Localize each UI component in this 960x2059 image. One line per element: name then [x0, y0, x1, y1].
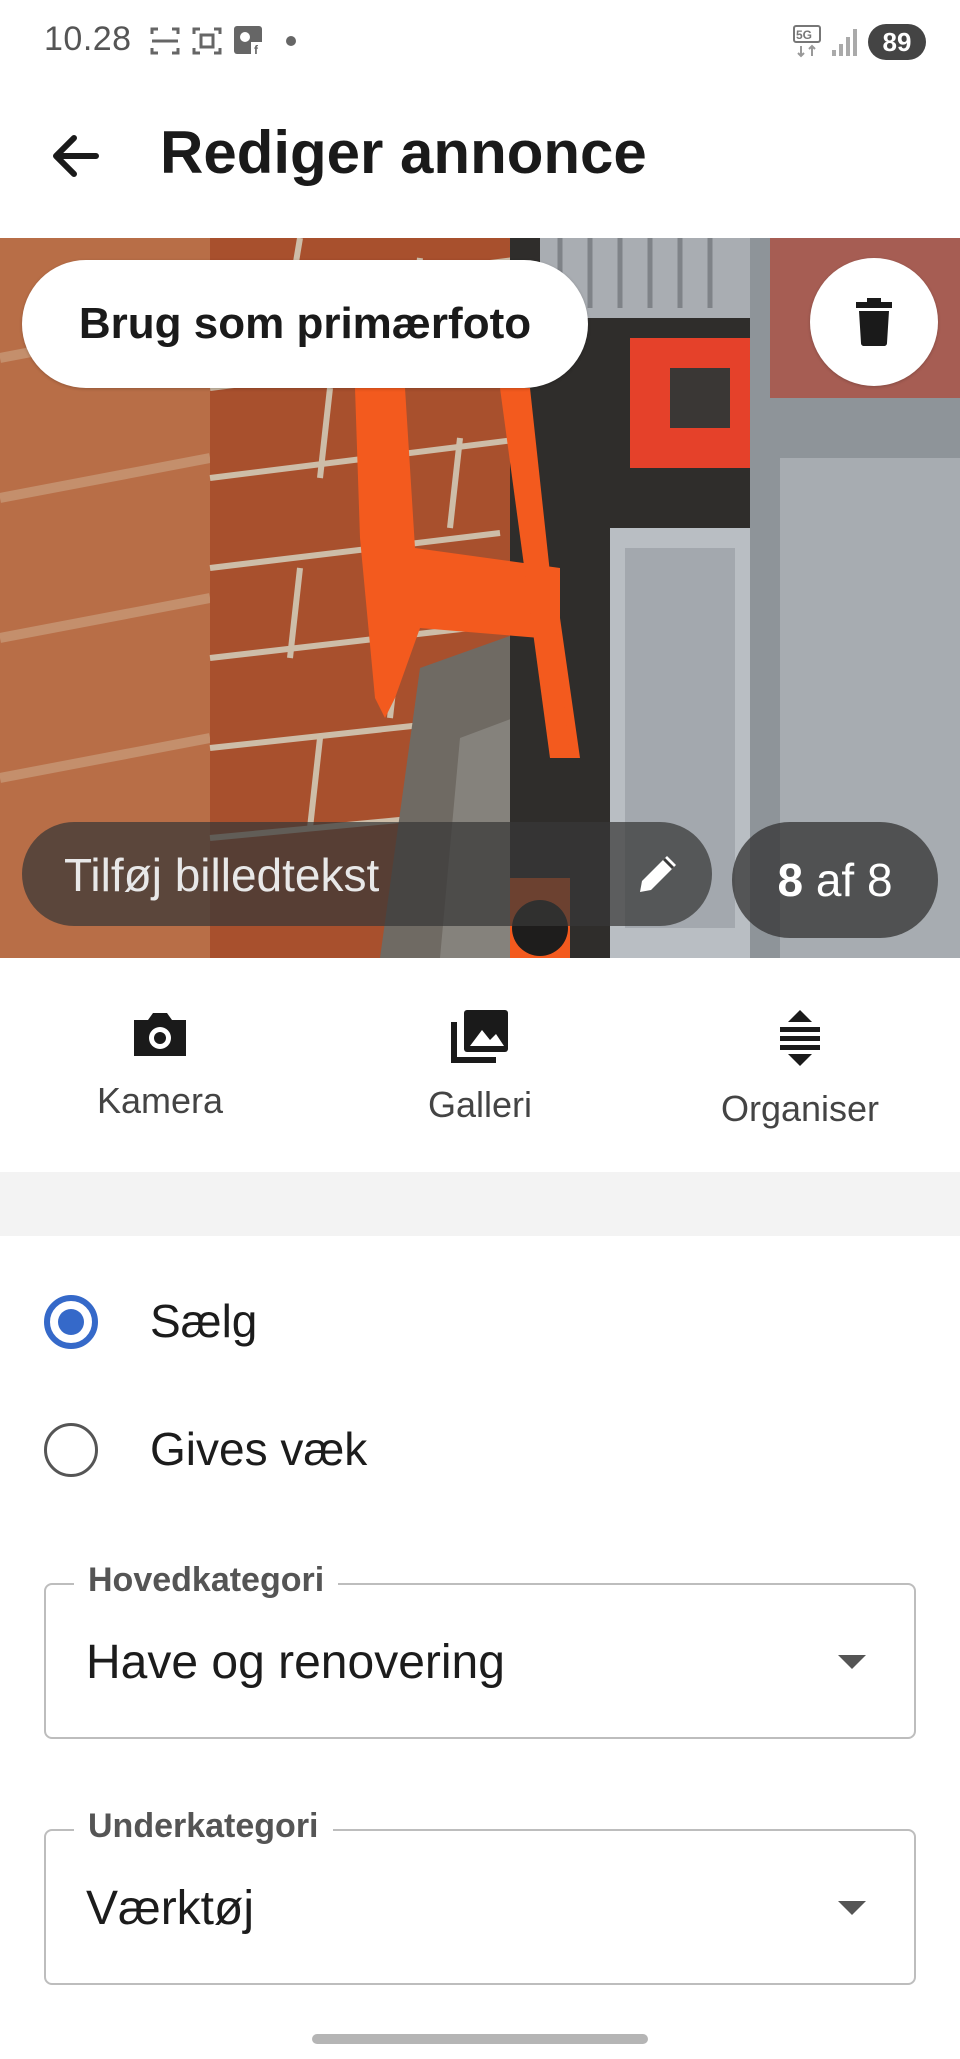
photo-counter-current: 8: [777, 854, 804, 906]
status-time: 10.28: [44, 20, 132, 58]
sub-category-select[interactable]: Underkategori Værktøj: [44, 1807, 916, 1985]
chevron-down-icon: [838, 1655, 866, 1669]
home-indicator[interactable]: [312, 2034, 648, 2044]
screen-capture-icon: [192, 27, 222, 55]
arrow-left-icon[interactable]: [44, 124, 108, 188]
main-category-value: Have og renovering: [86, 1636, 505, 1689]
camera-icon: [134, 1013, 186, 1056]
signal-icon: [832, 29, 857, 56]
gallery-button[interactable]: Galleri: [360, 1008, 600, 1126]
gallery-icon: [451, 1010, 508, 1063]
reorder-icon: [780, 1010, 820, 1066]
sub-category-label: Underkategori: [74, 1807, 333, 1846]
main-category-select[interactable]: Hovedkategori Have og renovering: [44, 1561, 916, 1739]
screenshot-icon: [150, 27, 180, 55]
status-bar: 10.28 f 5G 89: [0, 0, 960, 84]
media-actions: Kamera Galleri Organiser: [0, 958, 960, 1172]
radio-option-give-away[interactable]: Gives væk: [44, 1410, 844, 1490]
radio-give-away[interactable]: [44, 1423, 98, 1477]
gallery-label: Galleri: [427, 1084, 533, 1125]
delete-photo-button[interactable]: [810, 258, 938, 386]
organize-label: Organiser: [720, 1088, 880, 1129]
main-category-label: Hovedkategori: [74, 1561, 339, 1600]
radio-sell[interactable]: [44, 1295, 98, 1349]
radio-give-away-label: Gives væk: [150, 1423, 368, 1475]
radio-sell-label: Sælg: [150, 1295, 258, 1347]
photo-counter-total: af 8: [815, 854, 893, 906]
chevron-down-icon: [838, 1901, 866, 1915]
battery-indicator: 89: [868, 24, 926, 60]
network-5g-icon: 5G: [793, 25, 821, 58]
caption-field[interactable]: Tilføj billedtekst: [22, 822, 712, 926]
photo-counter: 8 af 8: [732, 822, 938, 938]
app-bar: Rediger annonce: [0, 84, 960, 238]
camera-button[interactable]: Kamera: [40, 1008, 280, 1122]
page-title: Rediger annonce: [160, 119, 647, 186]
use-as-primary-photo-button[interactable]: Brug som primærfoto: [22, 260, 588, 388]
trash-icon: [856, 298, 892, 346]
svg-text:5G: 5G: [796, 28, 812, 42]
organize-button[interactable]: Organiser: [680, 1008, 920, 1130]
pencil-icon: [640, 856, 676, 892]
facebook-notification-icon: f: [234, 26, 263, 57]
photo-carousel[interactable]: Brug som primærfoto Tilføj billedtekst 8…: [0, 238, 960, 958]
radio-option-sell[interactable]: Sælg: [44, 1282, 844, 1362]
section-divider: [0, 1172, 960, 1236]
notification-dot: [286, 36, 296, 46]
camera-label: Kamera: [96, 1080, 224, 1121]
sub-category-value: Værktøj: [86, 1882, 254, 1935]
caption-placeholder: Tilføj billedtekst: [64, 849, 380, 901]
